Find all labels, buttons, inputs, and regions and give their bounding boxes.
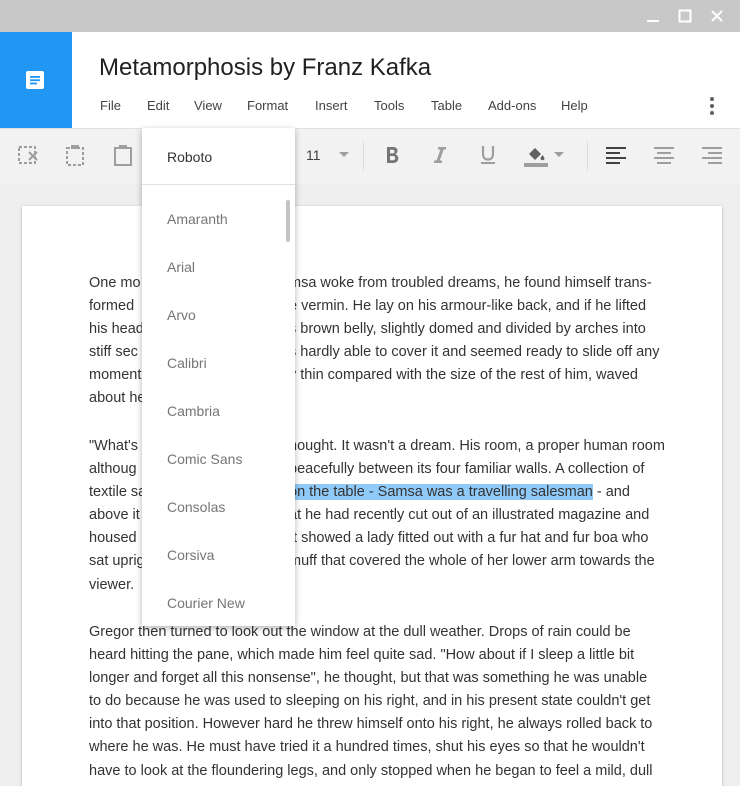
fill-color-icon[interactable] xyxy=(524,143,548,167)
paste-icon[interactable] xyxy=(112,143,136,167)
font-option-courier-new[interactable]: Courier New xyxy=(142,580,295,626)
font-option-arial[interactable]: Arial xyxy=(142,244,295,292)
text-line: into that position. However hard he thre… xyxy=(89,716,653,733)
document-icon xyxy=(26,71,44,89)
text-line: longer and forget all this nonsense", he… xyxy=(89,670,648,687)
menu-insert[interactable]: Insert xyxy=(315,98,348,113)
menu-edit[interactable]: Edit xyxy=(147,98,169,113)
font-option-label: Calibri xyxy=(167,355,207,371)
font-family-selected[interactable]: Roboto xyxy=(142,128,295,185)
font-size-value[interactable]: 11 xyxy=(306,147,321,163)
text-line: to do because he was used to sleeping on… xyxy=(89,693,651,710)
font-option-label: Comic Sans xyxy=(167,451,243,467)
menu-help[interactable]: Help xyxy=(561,98,588,113)
align-right-icon[interactable] xyxy=(700,143,724,167)
font-option-comic-sans[interactable]: Comic Sans xyxy=(142,436,295,484)
menu-addons[interactable]: Add-ons xyxy=(488,98,536,113)
font-option-label: Arvo xyxy=(167,307,196,323)
fill-color-chevron-icon[interactable] xyxy=(550,143,574,167)
close-icon[interactable] xyxy=(707,6,727,26)
bold-icon[interactable] xyxy=(380,143,404,167)
window-titlebar xyxy=(0,0,740,32)
text-line: have to look at the floundering legs, an… xyxy=(89,762,653,779)
more-options-icon[interactable] xyxy=(704,96,720,116)
font-option-amaranth[interactable]: Amaranth xyxy=(142,196,295,244)
document-title[interactable]: Metamorphosis by Franz Kafka xyxy=(99,54,431,82)
font-option-label: Consolas xyxy=(167,499,226,515)
font-option-label: Cambria xyxy=(167,403,220,419)
formatting-toolbar: 11 xyxy=(0,128,740,184)
paragraph-3: Gregor then turned to look out the windo… xyxy=(89,621,689,783)
font-option-arvo[interactable]: Arvo xyxy=(142,292,295,340)
font-family-selected-label: Roboto xyxy=(167,149,213,165)
menu-table[interactable]: Table xyxy=(431,98,462,113)
underline-icon[interactable] xyxy=(476,143,500,167)
selected-text[interactable]: on the table - Samsa was a travelling sa… xyxy=(289,484,593,501)
cut-icon[interactable] xyxy=(16,143,40,167)
align-left-icon[interactable] xyxy=(604,143,628,167)
toolbar-divider xyxy=(587,141,588,171)
document-page[interactable]: One mo msa woke from troubled dreams, he … xyxy=(22,206,722,786)
menu-bar: File Edit View Format Insert Tools Table… xyxy=(0,98,700,118)
menu-file[interactable]: File xyxy=(100,98,121,113)
font-option-cambria[interactable]: Cambria xyxy=(142,388,295,436)
toolbar-divider xyxy=(363,141,364,171)
font-option-label: Corsiva xyxy=(167,547,215,563)
app-header: Metamorphosis by Franz Kafka File Edit V… xyxy=(0,32,740,128)
dropdown-scrollbar[interactable] xyxy=(286,200,290,242)
font-option-corsiva[interactable]: Corsiva xyxy=(142,532,295,580)
font-size-chevron-icon[interactable] xyxy=(336,143,360,167)
document-workspace: One mo msa woke from troubled dreams, he … xyxy=(0,184,740,786)
font-option-label: Amaranth xyxy=(167,211,228,227)
menu-format[interactable]: Format xyxy=(247,98,288,113)
menu-view[interactable]: View xyxy=(194,98,222,113)
text-line: heard hitting the pane, which made him f… xyxy=(89,647,635,664)
font-option-label: Arial xyxy=(167,259,196,275)
font-family-dropdown[interactable]: Roboto Amaranth Arial Arvo Calibri Cambr… xyxy=(142,128,295,626)
menu-tools[interactable]: Tools xyxy=(374,98,404,113)
font-option-consolas[interactable]: Consolas xyxy=(142,484,295,532)
font-option-label: Courier New xyxy=(167,595,245,611)
copy-icon[interactable] xyxy=(64,143,88,167)
minimize-icon[interactable] xyxy=(643,6,663,26)
font-option-calibri[interactable]: Calibri xyxy=(142,340,295,388)
maximize-icon[interactable] xyxy=(675,6,695,26)
text-line: where he was. He must have tried it a hu… xyxy=(89,739,645,756)
align-center-icon[interactable] xyxy=(652,143,676,167)
italic-icon[interactable] xyxy=(428,143,452,167)
